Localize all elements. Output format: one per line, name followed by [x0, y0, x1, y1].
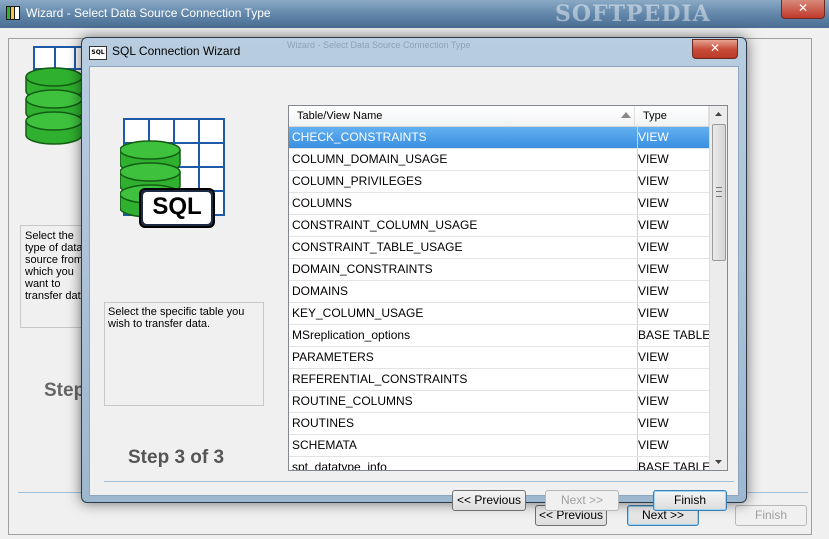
bg-close-button[interactable]: ✕	[781, 0, 825, 19]
sql-icon-label: SQL	[152, 193, 202, 220]
table-name-cell: ROUTINE_COLUMNS	[289, 391, 638, 412]
table-row[interactable]: ROUTINE_COLUMNS VIEW	[289, 391, 709, 413]
table-name-cell: COLUMN_DOMAIN_USAGE	[289, 149, 638, 170]
list-header: Table/View Name Type	[289, 106, 709, 127]
bg-title-bar: Wizard - Select Data Source Connection T…	[0, 0, 829, 28]
dialog-title: SQL Connection Wizard	[112, 44, 241, 58]
table-type-cell: BASE TABLE	[638, 460, 711, 471]
table-type-cell: VIEW	[638, 350, 669, 364]
watermark-text: SOFTPEDIA	[555, 1, 711, 27]
table-row[interactable]: MSreplication_options BASE TABLE	[289, 325, 711, 347]
table-name-cell: CONSTRAINT_COLUMN_USAGE	[289, 215, 638, 236]
scrollbar-thumb[interactable]	[712, 124, 726, 261]
table-name-cell: CHECK_CONSTRAINTS	[289, 127, 638, 148]
table-type-cell: VIEW	[638, 372, 669, 386]
column-header-name[interactable]: Table/View Name	[289, 106, 635, 126]
table-type-cell: VIEW	[638, 438, 669, 452]
bg-step-label: Step	[44, 380, 86, 401]
table-name-cell: KEY_COLUMN_USAGE	[289, 303, 638, 324]
dialog-step-label: Step 3 of 3	[128, 447, 225, 468]
table-type-cell: VIEW	[638, 416, 669, 430]
table-name-cell: PARAMETERS	[289, 347, 638, 368]
sql-small-icon: SQL	[89, 46, 107, 60]
column-header-type[interactable]: Type	[635, 106, 709, 126]
table-type-cell: VIEW	[638, 174, 669, 188]
dialog-separator	[104, 481, 734, 482]
bg-window-title: Wizard - Select Data Source Connection T…	[26, 6, 271, 20]
table-row[interactable]: CONSTRAINT_TABLE_USAGE VIEW	[289, 237, 709, 259]
table-row[interactable]: COLUMN_PRIVILEGES VIEW	[289, 171, 709, 193]
table-type-cell: VIEW	[638, 130, 669, 144]
table-name-cell: COLUMNS	[289, 193, 638, 214]
table-name-cell: DOMAINS	[289, 281, 638, 302]
sql-connection-wizard-dialog: SQL SQL Connection Wizard Wizard - Selec…	[81, 37, 747, 511]
bg-finish-button[interactable]: Finish	[735, 505, 807, 526]
scroll-up-arrow-icon[interactable]	[710, 106, 727, 123]
next-button[interactable]: Next >>	[545, 490, 619, 511]
table-name-cell: CONSTRAINT_TABLE_USAGE	[289, 237, 638, 258]
table-name-cell: ROUTINES	[289, 413, 638, 434]
table-name-cell: MSreplication_options	[289, 325, 638, 346]
table-row[interactable]: ROUTINES VIEW	[289, 413, 709, 435]
table-row[interactable]: DOMAINS VIEW	[289, 281, 709, 303]
table-type-cell: VIEW	[638, 218, 669, 232]
table-name-cell: DOMAIN_CONSTRAINTS	[289, 259, 638, 280]
table-type-cell: VIEW	[638, 196, 669, 210]
table-type-cell: BASE TABLE	[638, 328, 711, 342]
table-row[interactable]: CONSTRAINT_COLUMN_USAGE VIEW	[289, 215, 709, 237]
table-type-cell: VIEW	[638, 284, 669, 298]
dialog-description-box: Select the specific table you wish to tr…	[104, 302, 264, 406]
dialog-ghost-title: Wizard - Select Data Source Connection T…	[287, 40, 471, 50]
table-row[interactable]: REFERENTIAL_CONSTRAINTS VIEW	[289, 369, 709, 391]
dialog-client-area: SQL Select the specific table you wish t…	[89, 66, 739, 511]
table-type-cell: VIEW	[638, 394, 669, 408]
scroll-grip-icon	[716, 187, 722, 197]
sort-ascending-icon	[621, 112, 631, 118]
table-type-cell: VIEW	[638, 262, 669, 276]
table-row[interactable]: PARAMETERS VIEW	[289, 347, 709, 369]
previous-button[interactable]: << Previous	[452, 490, 526, 511]
finish-button[interactable]: Finish	[653, 490, 727, 511]
table-row[interactable]: spt_datatype_info BASE TABLE	[289, 457, 711, 471]
table-type-cell: VIEW	[638, 152, 669, 166]
table-name-cell: spt_datatype_info	[289, 457, 638, 470]
table-row[interactable]: COLUMN_DOMAIN_USAGE VIEW	[289, 149, 709, 171]
vertical-scrollbar[interactable]	[709, 106, 727, 470]
table-type-cell: VIEW	[638, 306, 669, 320]
scroll-down-arrow-icon[interactable]	[710, 453, 727, 470]
list-rows: CHECK_CONSTRAINTS VIEW COLUMN_DOMAIN_USAGE…	[289, 127, 711, 471]
table-name-cell: REFERENTIAL_CONSTRAINTS	[289, 369, 638, 390]
tables-list-view[interactable]: Table/View Name Type CHECK_CONSTRAINTS VI…	[288, 105, 728, 471]
table-row[interactable]: SCHEMATA VIEW	[289, 435, 709, 457]
table-name-cell: COLUMN_PRIVILEGES	[289, 171, 638, 192]
table-row[interactable]: DOMAIN_CONSTRAINTS VIEW	[289, 259, 709, 281]
table-row[interactable]: KEY_COLUMN_USAGE VIEW	[289, 303, 709, 325]
table-row[interactable]: CHECK_CONSTRAINTS VIEW	[289, 127, 709, 149]
table-row[interactable]: COLUMNS VIEW	[289, 193, 709, 215]
table-type-cell: VIEW	[638, 240, 669, 254]
dialog-close-button[interactable]: ✕	[692, 39, 738, 59]
table-name-cell: SCHEMATA	[289, 435, 638, 456]
app-grid-icon	[6, 6, 20, 20]
